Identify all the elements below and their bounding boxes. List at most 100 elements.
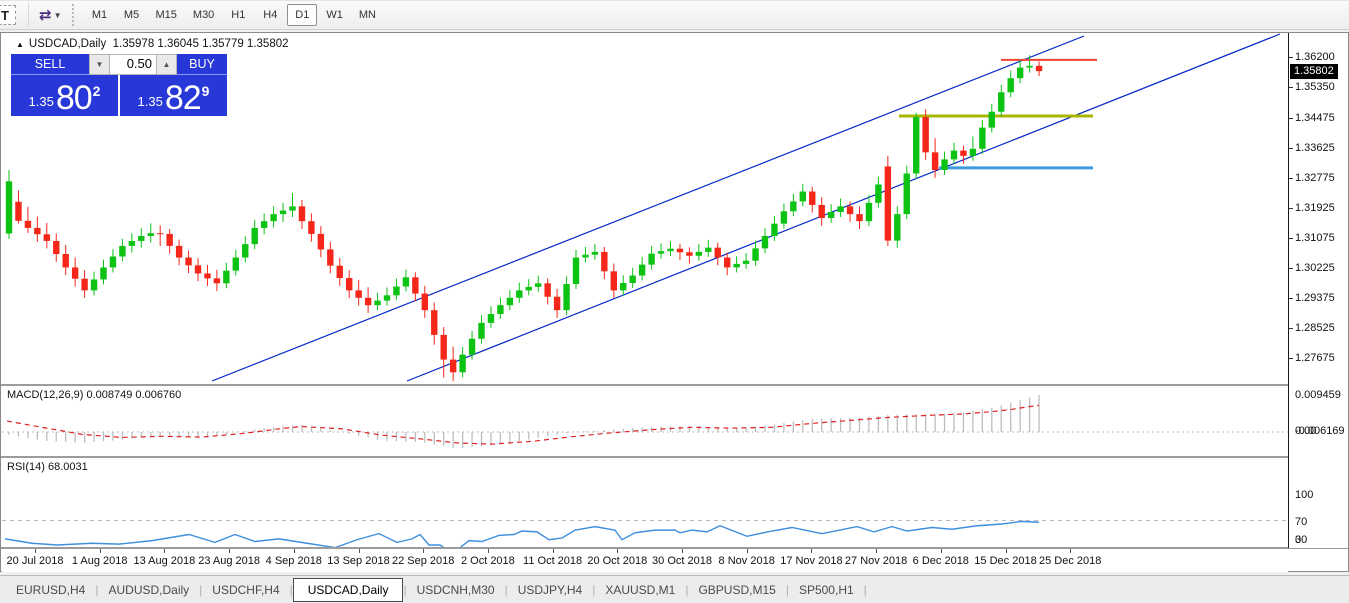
price-axis-label: 1.27675	[1295, 352, 1335, 364]
timeframe-button-m1[interactable]: M1	[85, 4, 115, 26]
date-label: 4 Sep 2018	[266, 555, 322, 567]
candle	[611, 264, 617, 299]
date-label: 30 Oct 2018	[652, 555, 712, 567]
chart-tab-gbpusd[interactable]: GBPUSD,M15	[688, 579, 785, 601]
time-axis[interactable]: 20 Jul 20181 Aug 201813 Aug 201823 Aug 2…	[2, 549, 1288, 572]
chart-tab-usdcnh[interactable]: USDCNH,M30	[407, 579, 505, 601]
candle	[800, 184, 806, 207]
timeframe-button-m5[interactable]: M5	[117, 4, 147, 26]
text-tool-icon[interactable]: T	[0, 5, 16, 25]
timeframe-button-m30[interactable]: M30	[186, 4, 221, 26]
candle	[497, 297, 503, 319]
candle	[318, 226, 324, 257]
sell-price-display[interactable]: 1.35 80 2	[11, 75, 118, 116]
candle	[790, 194, 796, 217]
chart-tab-xauusd[interactable]: XAUUSD,M1	[595, 579, 685, 601]
candle	[837, 199, 843, 217]
price-axis[interactable]: 1.362001.353501.344751.336251.327751.319…	[1288, 33, 1348, 548]
volume-increase-button[interactable]: ▲	[156, 54, 177, 75]
candle	[299, 200, 305, 229]
candle	[592, 244, 598, 260]
candle	[516, 283, 522, 303]
buy-price-sup: 9	[202, 83, 210, 99]
timeframe-button-h1[interactable]: H1	[223, 4, 253, 26]
candle	[507, 290, 513, 310]
toolbar-separator	[28, 3, 29, 27]
candle	[346, 270, 352, 298]
candle	[450, 347, 456, 382]
volume-input[interactable]: 0.50	[110, 54, 156, 75]
candle	[989, 104, 995, 133]
toolbar-drag-handle[interactable]	[72, 4, 76, 26]
candle	[63, 245, 69, 275]
candle	[828, 204, 834, 223]
chevron-down-icon[interactable]: ▼	[54, 11, 62, 20]
date-label: 20 Jul 2018	[7, 555, 64, 567]
chart-tab-sp500[interactable]: SP500,H1	[789, 579, 864, 601]
candle	[620, 275, 626, 295]
candle	[658, 243, 664, 258]
candle	[998, 85, 1004, 117]
price-chart-pane[interactable]: ▲USDCAD,Daily 1.35978 1.36045 1.35779 1.…	[2, 33, 1288, 384]
candle	[866, 195, 872, 226]
rsi-pane[interactable]: RSI(14) 68.0031	[2, 458, 1288, 547]
candle	[374, 293, 380, 310]
candle	[53, 234, 59, 262]
chart-tab-usdcad[interactable]: USDCAD,Daily	[293, 578, 404, 602]
rsi-canvas[interactable]	[2, 458, 1288, 547]
candle	[233, 250, 239, 276]
current-price-badge: 1.35802	[1290, 64, 1338, 79]
buy-price-display[interactable]: 1.35 82 9	[120, 75, 227, 116]
candle	[941, 152, 947, 175]
macd-axis-label: 0.009459	[1295, 389, 1341, 401]
candle	[242, 236, 248, 262]
candle	[91, 272, 97, 296]
price-tick	[1289, 148, 1293, 149]
candle	[677, 244, 683, 260]
price-tick	[1289, 178, 1293, 179]
price-tick	[1289, 268, 1293, 269]
candle	[1008, 70, 1014, 97]
candle	[204, 265, 210, 286]
chart-tab-usdjpy[interactable]: USDJPY,H4	[508, 579, 592, 601]
timeframe-button-d1[interactable]: D1	[287, 4, 317, 26]
price-axis-label: 1.32775	[1295, 172, 1335, 184]
chart-tab-audusd[interactable]: AUDUSD,Daily	[98, 579, 199, 601]
macd-pane[interactable]: MACD(12,26,9) 0.008749 0.006760	[2, 386, 1288, 456]
timeframe-button-m15[interactable]: M15	[149, 4, 184, 26]
date-label: 20 Oct 2018	[587, 555, 647, 567]
date-label: 22 Sep 2018	[392, 555, 454, 567]
candle	[422, 286, 428, 318]
timeframe-button-h4[interactable]: H4	[255, 4, 285, 26]
candle	[630, 268, 636, 288]
timeframe-button-mn[interactable]: MN	[352, 4, 383, 26]
price-axis-label: 1.30225	[1295, 262, 1335, 274]
timeframe-button-w1[interactable]: W1	[319, 4, 350, 26]
sell-button[interactable]: SELL	[11, 54, 89, 75]
candle	[809, 187, 815, 213]
candle	[308, 213, 314, 241]
channel-upper[interactable]	[212, 36, 1084, 381]
candle	[72, 258, 78, 287]
price-tick	[1289, 298, 1293, 299]
candle	[280, 203, 286, 222]
time-tick	[1006, 549, 1007, 553]
candle	[100, 260, 106, 285]
buy-button[interactable]: BUY	[177, 54, 227, 75]
macd-canvas[interactable]	[2, 386, 1288, 456]
cycle-arrows-icon[interactable]: ⇄	[39, 6, 52, 24]
candle	[819, 197, 825, 226]
candle	[176, 240, 182, 266]
chart-tab-usdchf[interactable]: USDCHF,H4	[202, 579, 289, 601]
date-label: 13 Sep 2018	[327, 555, 389, 567]
price-tick	[1289, 57, 1293, 58]
one-click-trade-panel: SELL ▼ 0.50 ▲ BUY 1.35 80 2 1.35 82 9	[11, 54, 227, 116]
price-tick	[1289, 328, 1293, 329]
top-toolbar: T ⇄ ▼ M1M5M15M30H1H4D1W1MN	[0, 0, 1349, 30]
price-tick	[1289, 87, 1293, 88]
chart-tab-eurusd[interactable]: EURUSD,H4	[6, 579, 95, 601]
candle	[412, 272, 418, 301]
time-tick	[359, 549, 360, 553]
time-tick	[1070, 549, 1071, 553]
volume-decrease-button[interactable]: ▼	[89, 54, 110, 75]
